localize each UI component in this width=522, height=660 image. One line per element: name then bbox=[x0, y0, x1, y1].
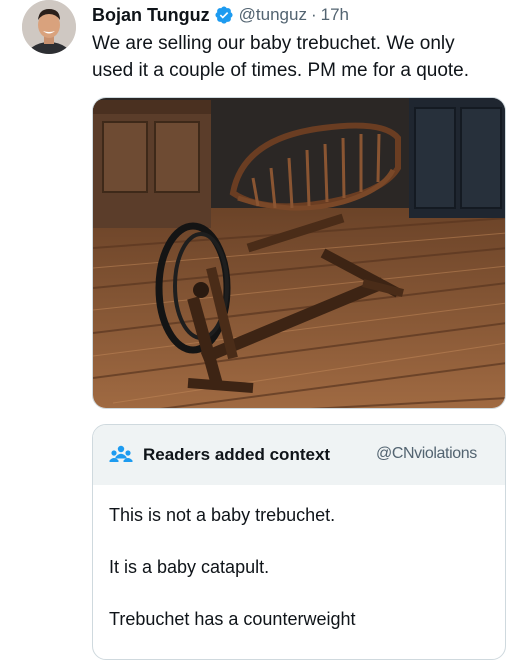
timestamp[interactable]: 17h bbox=[321, 5, 349, 25]
community-note[interactable]: Readers added context @CNviolations This… bbox=[92, 424, 506, 660]
tweet-header: Bojan Tunguz @tunguz · 17h bbox=[92, 3, 349, 27]
verified-badge-icon bbox=[214, 5, 234, 25]
people-icon bbox=[109, 444, 133, 466]
tweet-media-image[interactable] bbox=[92, 97, 506, 409]
community-note-title: Readers added context bbox=[143, 445, 331, 464]
community-note-header: Readers added context @CNviolations bbox=[93, 425, 505, 485]
note-line-1: This is not a baby trebuchet. bbox=[109, 505, 336, 525]
author-handle[interactable]: @tunguz bbox=[239, 5, 307, 25]
tweet-text: We are selling our baby trebuchet. We on… bbox=[92, 33, 470, 81]
avatar-image bbox=[22, 0, 76, 54]
separator-dot: · bbox=[310, 5, 317, 24]
avatar[interactable] bbox=[22, 0, 76, 54]
note-line-3: Trebuchet has a counterweight bbox=[109, 609, 356, 629]
community-note-source[interactable]: @CNviolations bbox=[376, 445, 477, 463]
author-name[interactable]: Bojan Tunguz bbox=[92, 5, 210, 26]
note-line-2: It is a baby catapult. bbox=[109, 557, 270, 577]
